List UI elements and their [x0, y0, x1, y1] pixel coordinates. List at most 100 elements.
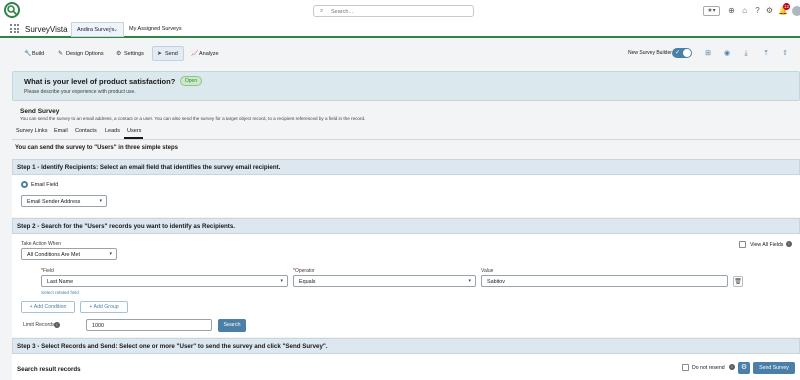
- step3-title: Step 3 - Select Records and Send: Select…: [17, 343, 328, 350]
- toolbar-send[interactable]: ➤ Send: [157, 49, 178, 59]
- gear-icon[interactable]: ⚙: [765, 6, 774, 15]
- wrench-icon: 🔧: [24, 51, 32, 57]
- add-page-icon[interactable]: ⊞: [703, 49, 713, 58]
- step1-title: Step 1 - Identify Recipients: Select an …: [17, 164, 281, 171]
- toolbar-build-label: Build: [32, 51, 45, 57]
- global-add-icon[interactable]: ⊕: [727, 6, 736, 15]
- step2-title: Step 2 - Search for the "Users" records …: [17, 223, 236, 230]
- condition-value-input[interactable]: Sabitov: [481, 275, 728, 287]
- select-related-field-link[interactable]: Select related field: [41, 290, 79, 295]
- step1-header: Step 1 - Identify Recipients: Select an …: [12, 159, 800, 175]
- export-icon[interactable]: ⇧: [780, 49, 790, 58]
- preview-eye-icon[interactable]: ◉: [722, 49, 732, 58]
- send-survey-button[interactable]: Send Survey: [753, 362, 795, 374]
- step2-header: Step 2 - Search for the "Users" records …: [12, 218, 800, 234]
- nav-tab-andira-surveys[interactable]: Andira Surveys ⌄: [71, 22, 124, 37]
- add-group-button[interactable]: + Add Group: [80, 301, 128, 313]
- toolbar-settings-label: Settings: [124, 51, 144, 57]
- value-label: Value: [481, 268, 494, 274]
- email-field-select[interactable]: Email Sender Address ▾: [21, 195, 107, 207]
- limit-records-label: Limit Records: [23, 322, 55, 328]
- toolbar-design-options[interactable]: ✎ Design Options: [58, 49, 104, 59]
- limit-records-value: 1000: [92, 322, 104, 329]
- limit-records-input[interactable]: 1000: [86, 319, 212, 331]
- send-intro: You can send the survey to "Users" in th…: [15, 145, 178, 151]
- tab-contacts[interactable]: Contacts: [75, 128, 97, 134]
- delete-condition-button[interactable]: 🗑: [733, 276, 743, 287]
- status-badge: Open: [180, 76, 202, 86]
- tabs-divider: [12, 139, 800, 140]
- download-icon[interactable]: ⤓: [741, 49, 751, 58]
- check-icon: ✓: [675, 50, 681, 56]
- app-logo-icon[interactable]: [4, 2, 20, 18]
- search-placeholder: Search...: [331, 8, 354, 15]
- condition-operator-value: Equals: [299, 278, 316, 285]
- condition-operator-select[interactable]: Equals ▾: [293, 275, 476, 287]
- favorites-star-icon[interactable]: ★▾: [703, 6, 720, 16]
- global-search-input[interactable]: ⌕ Search...: [313, 5, 474, 17]
- survey-subtitle: Please describe your experience with pro…: [24, 89, 136, 95]
- condition-field-value: Last Name: [47, 278, 74, 285]
- toolbar-design-label: Design Options: [66, 51, 104, 57]
- avatar[interactable]: [791, 5, 800, 17]
- send-icon: ➤: [157, 51, 163, 57]
- do-not-resend-checkbox[interactable]: [682, 364, 689, 371]
- send-settings-gear-icon[interactable]: ⚙: [738, 362, 750, 374]
- search-button[interactable]: Search: [218, 319, 246, 332]
- chart-icon: 📈: [191, 51, 199, 57]
- chevron-down-icon: ▾: [109, 251, 112, 257]
- new-builder-toggle[interactable]: ✓: [672, 48, 692, 58]
- info-icon[interactable]: i: [729, 364, 735, 370]
- toolbar-analyze-label: Analyze: [199, 51, 219, 57]
- email-field-radio-label: Email Field: [31, 182, 59, 188]
- toolbar-send-label: Send: [165, 51, 178, 57]
- toolbar-build[interactable]: 🔧Build: [24, 49, 44, 59]
- info-icon[interactable]: i: [54, 322, 60, 328]
- add-condition-button[interactable]: + Add Condition: [21, 301, 75, 313]
- toolbar-settings[interactable]: ⚙ Settings: [116, 49, 144, 59]
- tab-email[interactable]: Email: [54, 128, 68, 134]
- take-action-label: Take Action When: [21, 241, 62, 247]
- app-launcher-icon[interactable]: [10, 24, 19, 33]
- trash-icon: 🗑: [734, 279, 742, 285]
- help-icon[interactable]: ?: [753, 6, 762, 15]
- tab-users[interactable]: Users: [127, 128, 141, 134]
- info-icon[interactable]: i: [786, 241, 792, 247]
- do-not-resend-label: Do not resend: [692, 365, 725, 371]
- toolbar-analyze[interactable]: 📈Analyze: [191, 49, 219, 59]
- setup-assistant-icon[interactable]: ⌂: [740, 6, 749, 15]
- app-name: SurveyVista: [25, 25, 68, 34]
- condition-value-text: Sabitov: [487, 278, 505, 285]
- step3-header: Step 3 - Select Records and Send: Select…: [12, 338, 800, 354]
- chevron-down-icon[interactable]: ⌄: [110, 26, 120, 33]
- tab-survey-links[interactable]: Survey Links: [16, 128, 48, 134]
- search-results-title: Search result records: [17, 366, 81, 373]
- survey-header-card: [12, 71, 800, 101]
- field-label: *Field: [41, 268, 54, 274]
- search-icon: ⌕: [320, 8, 324, 14]
- take-action-select[interactable]: All Conditions Are Met ▾: [21, 248, 117, 260]
- condition-field-select[interactable]: Last Name ▾: [41, 275, 288, 287]
- operator-label: *Operator: [293, 268, 315, 274]
- email-field-radio[interactable]: [21, 181, 28, 188]
- builder-toggle-label: New Survey Builder: [628, 50, 672, 56]
- chevron-down-icon: ▾: [468, 278, 471, 284]
- step1-panel: [12, 175, 800, 217]
- chevron-down-icon: ▾: [280, 278, 283, 284]
- nav-tab-my-assigned-surveys[interactable]: My Assigned Surveys: [129, 26, 182, 32]
- active-tab-indicator: [124, 137, 143, 139]
- upload-icon[interactable]: ⤒: [761, 49, 771, 58]
- tab-leads[interactable]: Leads: [105, 128, 120, 134]
- take-action-value: All Conditions Are Met: [27, 251, 81, 258]
- chevron-down-icon: ▾: [99, 198, 102, 204]
- field-label-text: Field: [42, 268, 54, 274]
- operator-label-text: Operator: [294, 268, 315, 274]
- brush-icon: ✎: [58, 51, 64, 57]
- view-all-fields-label: View All Fields: [750, 242, 784, 248]
- nav-tab-label: Andira Surveys: [77, 27, 115, 33]
- notification-count-badge: 12: [783, 3, 790, 10]
- gear-icon: ⚙: [116, 51, 122, 57]
- email-field-value: Email Sender Address: [27, 198, 81, 205]
- send-survey-description: You can send the survey to an email addr…: [20, 116, 366, 121]
- view-all-fields-checkbox[interactable]: [739, 241, 746, 248]
